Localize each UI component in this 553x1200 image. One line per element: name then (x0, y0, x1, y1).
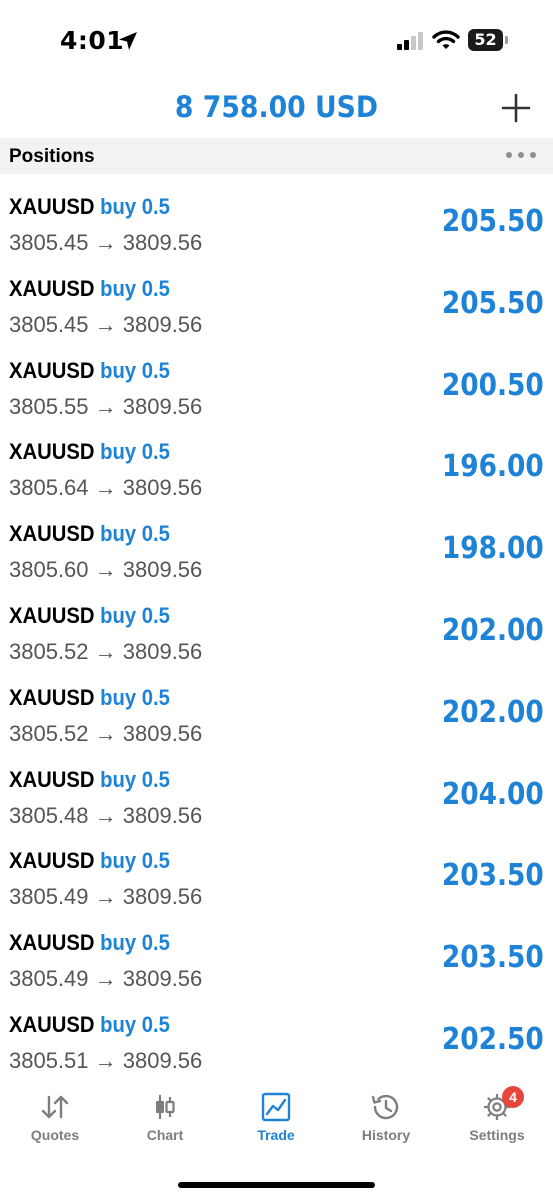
position-profit: 203.50 (442, 858, 544, 894)
position-row[interactable]: XAUUSD buy 0.5 3805.45 → 3809.56 205.50 (0, 268, 553, 350)
trade-icon (261, 1092, 291, 1122)
battery-icon: 52 (468, 29, 508, 51)
position-side: buy 0.5 (100, 521, 170, 547)
tab-chart[interactable]: Chart (110, 1092, 220, 1154)
positions-list: XAUUSD buy 0.5 3805.45 → 3809.56 205.50 … (0, 186, 553, 1086)
position-row[interactable]: XAUUSD buy 0.5 3805.51 → 3809.56 202.50 (0, 1004, 553, 1086)
position-row[interactable]: XAUUSD buy 0.5 3805.48 → 3809.56 204.00 (0, 759, 553, 841)
tab-trade-label: Trade (257, 1127, 295, 1143)
chart-icon (156, 1095, 175, 1119)
plus-icon[interactable] (496, 88, 536, 128)
quotes-icon (41, 1095, 69, 1119)
position-profit: 202.00 (442, 694, 544, 730)
tab-bar: Quotes Chart Trade History 4 Settings (0, 1082, 553, 1200)
tab-settings-label: Settings (469, 1127, 525, 1143)
settings-badge: 4 (502, 1086, 524, 1108)
position-prices: 3805.51 → 3809.56 (9, 1047, 203, 1073)
position-profit: 196.00 (442, 449, 544, 485)
position-profit: 205.50 (442, 285, 544, 321)
position-symbol: XAUUSD (9, 194, 95, 219)
position-side: buy 0.5 (100, 275, 170, 301)
position-profit: 204.00 (442, 776, 544, 812)
position-profit: 202.00 (442, 612, 544, 648)
position-prices: 3805.52 → 3809.56 (9, 638, 203, 664)
position-row[interactable]: XAUUSD buy 0.5 3805.52 → 3809.56 202.00 (0, 677, 553, 759)
position-prices: 3805.52 → 3809.56 (9, 720, 203, 746)
position-symbol: XAUUSD (9, 684, 95, 710)
history-icon (371, 1094, 399, 1120)
position-symbol: XAUUSD (9, 602, 95, 628)
position-row[interactable]: XAUUSD buy 0.5 3805.49 → 3809.56 203.50 (0, 840, 553, 922)
positions-title: Positions (9, 146, 95, 167)
position-prices: 3805.48 → 3809.56 (9, 802, 203, 828)
position-profit: 205.50 (442, 204, 544, 239)
position-symbol: XAUUSD (9, 439, 95, 465)
position-row[interactable]: XAUUSD buy 0.5 3805.45 → 3809.56 205.50 (0, 186, 553, 268)
tab-chart-label: Chart (146, 1127, 184, 1143)
position-prices: 3805.45 → 3809.56 (9, 311, 203, 337)
home-indicator[interactable] (178, 1182, 375, 1188)
position-prices: 3805.64 → 3809.56 (9, 475, 203, 501)
position-prices: 3805.55 → 3809.56 (9, 393, 203, 419)
wifi-icon (432, 30, 460, 49)
position-symbol: XAUUSD (9, 275, 95, 301)
position-side: buy 0.5 (100, 1011, 170, 1037)
more-dots-icon[interactable] (504, 144, 538, 166)
position-side: buy 0.5 (100, 357, 170, 383)
position-row[interactable]: XAUUSD buy 0.5 3805.64 → 3809.56 196.00 (0, 431, 553, 513)
position-side: buy 0.5 (100, 602, 170, 628)
position-symbol: XAUUSD (9, 848, 95, 874)
tab-history-label: History (361, 1127, 411, 1143)
account-balance: 8 758.00 USD (174, 90, 379, 124)
tab-trade[interactable]: Trade (221, 1092, 331, 1154)
position-symbol: XAUUSD (9, 521, 95, 547)
position-side: buy 0.5 (100, 439, 170, 465)
signal-icon (397, 32, 423, 50)
position-symbol: XAUUSD (9, 766, 95, 792)
position-profit: 203.50 (442, 940, 544, 976)
status-bar: 4:01 52 (0, 0, 553, 80)
position-profit: 198.00 (442, 531, 544, 567)
battery-level: 52 (474, 30, 497, 49)
position-side: buy 0.5 (100, 766, 170, 792)
position-symbol: XAUUSD (9, 930, 95, 956)
position-prices: 3805.49 → 3809.56 (9, 966, 203, 992)
position-prices: 3805.49 → 3809.56 (9, 884, 203, 910)
location-arrow-icon (119, 32, 137, 50)
header: 8 758.00 USD (0, 80, 553, 136)
status-time: 4:01 (60, 26, 125, 55)
position-row[interactable]: XAUUSD buy 0.5 3805.52 → 3809.56 202.00 (0, 595, 553, 677)
position-side: buy 0.5 (100, 194, 170, 219)
position-row[interactable]: XAUUSD buy 0.5 3805.55 → 3809.56 200.50 (0, 350, 553, 432)
position-profit: 200.50 (442, 367, 544, 403)
position-profit: 202.50 (442, 1021, 544, 1057)
position-row[interactable]: XAUUSD buy 0.5 3805.60 → 3809.56 198.00 (0, 513, 553, 595)
position-prices: 3805.60 → 3809.56 (9, 557, 203, 583)
tab-settings[interactable]: 4 Settings (442, 1086, 552, 1154)
position-row[interactable]: XAUUSD buy 0.5 3805.49 → 3809.56 203.50 (0, 922, 553, 1004)
position-symbol: XAUUSD (9, 1011, 95, 1037)
tab-quotes[interactable]: Quotes (0, 1092, 110, 1154)
tab-quotes-label: Quotes (30, 1127, 80, 1143)
position-symbol: XAUUSD (9, 357, 95, 383)
tab-history[interactable]: History (331, 1092, 441, 1154)
position-side: buy 0.5 (100, 848, 170, 874)
positions-section-header: Positions (0, 138, 553, 174)
position-prices: 3805.45 → 3809.56 (9, 230, 203, 255)
position-side: buy 0.5 (100, 684, 170, 710)
position-side: buy 0.5 (100, 930, 170, 956)
